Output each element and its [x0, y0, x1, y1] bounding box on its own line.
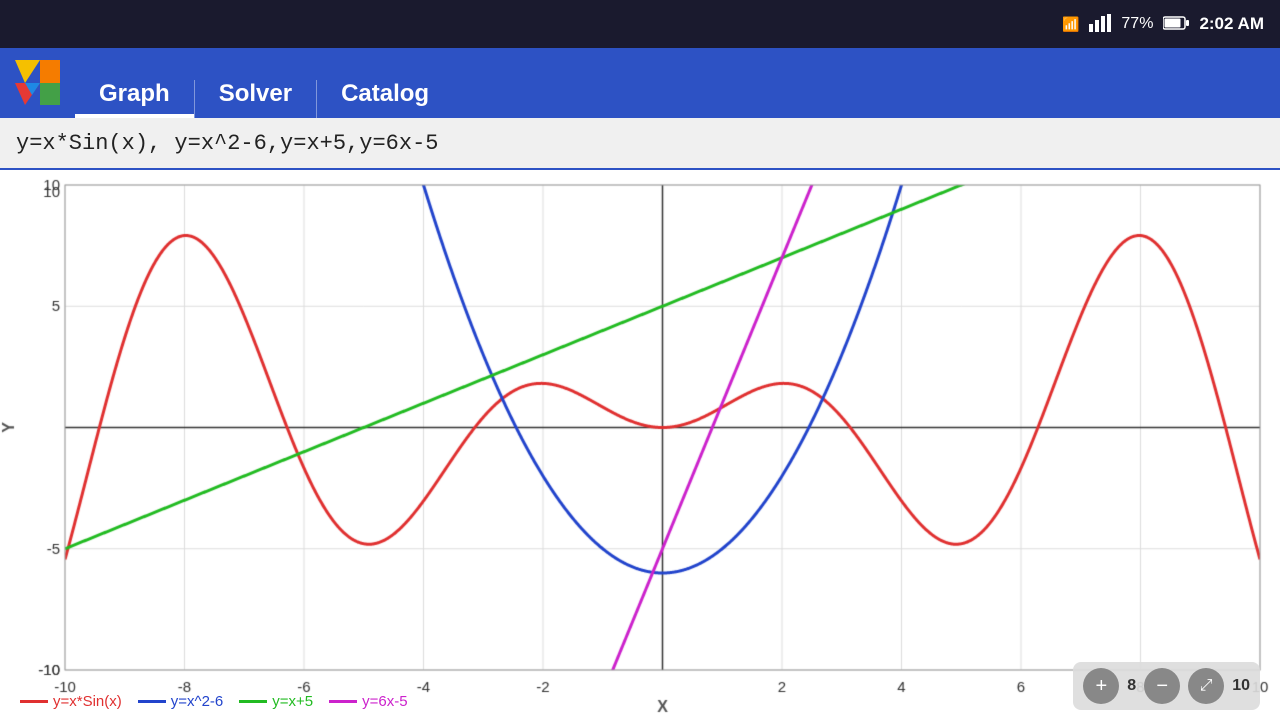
legend-line-sin	[20, 700, 48, 703]
nav-bar: Graph Solver Catalog	[0, 48, 1280, 118]
legend-item-linear2: y=6x-5	[329, 693, 407, 710]
legend-line-linear2	[329, 700, 357, 703]
formula-bar[interactable]: y=x*Sin(x), y=x^2-6,y=x+5,y=6x-5	[0, 118, 1280, 170]
legend-label-sin: y=x*Sin(x)	[53, 693, 122, 710]
signal-icon	[1089, 14, 1111, 35]
legend-item-linear: y=x+5	[239, 693, 313, 710]
legend-label-linear2: y=6x-5	[362, 693, 407, 710]
legend-item-quad: y=x^2-6	[138, 693, 223, 710]
zoom-fit-button[interactable]: ⤢	[1188, 668, 1224, 704]
tab-solver[interactable]: Solver	[195, 80, 317, 118]
legend-line-linear	[239, 700, 267, 703]
wifi-icon: 📶	[1062, 16, 1079, 33]
battery-icon	[1163, 16, 1189, 33]
zoom-range-label2: 10	[1232, 677, 1250, 695]
battery-percent: 77%	[1121, 15, 1153, 33]
legend-label-quad: y=x^2-6	[171, 693, 223, 710]
graph-canvas[interactable]	[0, 170, 1280, 720]
zoom-out-button[interactable]: −	[1144, 668, 1180, 704]
time-display: 2:02 AM	[1199, 14, 1264, 34]
legend-item-sin: y=x*Sin(x)	[20, 693, 122, 710]
legend-line-quad	[138, 700, 166, 703]
tab-graph[interactable]: Graph	[75, 80, 195, 118]
zoom-range-label: 8	[1127, 677, 1136, 695]
status-bar: 📶 77% 2:02 AM	[0, 0, 1280, 48]
formula-text: y=x*Sin(x), y=x^2-6,y=x+5,y=6x-5	[16, 131, 438, 156]
zoom-in-button[interactable]: +	[1083, 668, 1119, 704]
nav-tabs: Graph Solver Catalog	[75, 48, 453, 118]
legend-label-linear: y=x+5	[272, 693, 313, 710]
legend: y=x*Sin(x) y=x^2-6 y=x+5 y=6x-5	[20, 693, 408, 710]
zoom-controls: + 8 − ⤢ 10	[1073, 662, 1260, 710]
tab-catalog[interactable]: Catalog	[317, 80, 453, 118]
graph-area[interactable]: y=x*Sin(x) y=x^2-6 y=x+5 y=6x-5 + 8 − ⤢ …	[0, 170, 1280, 720]
app-logo	[10, 55, 65, 110]
